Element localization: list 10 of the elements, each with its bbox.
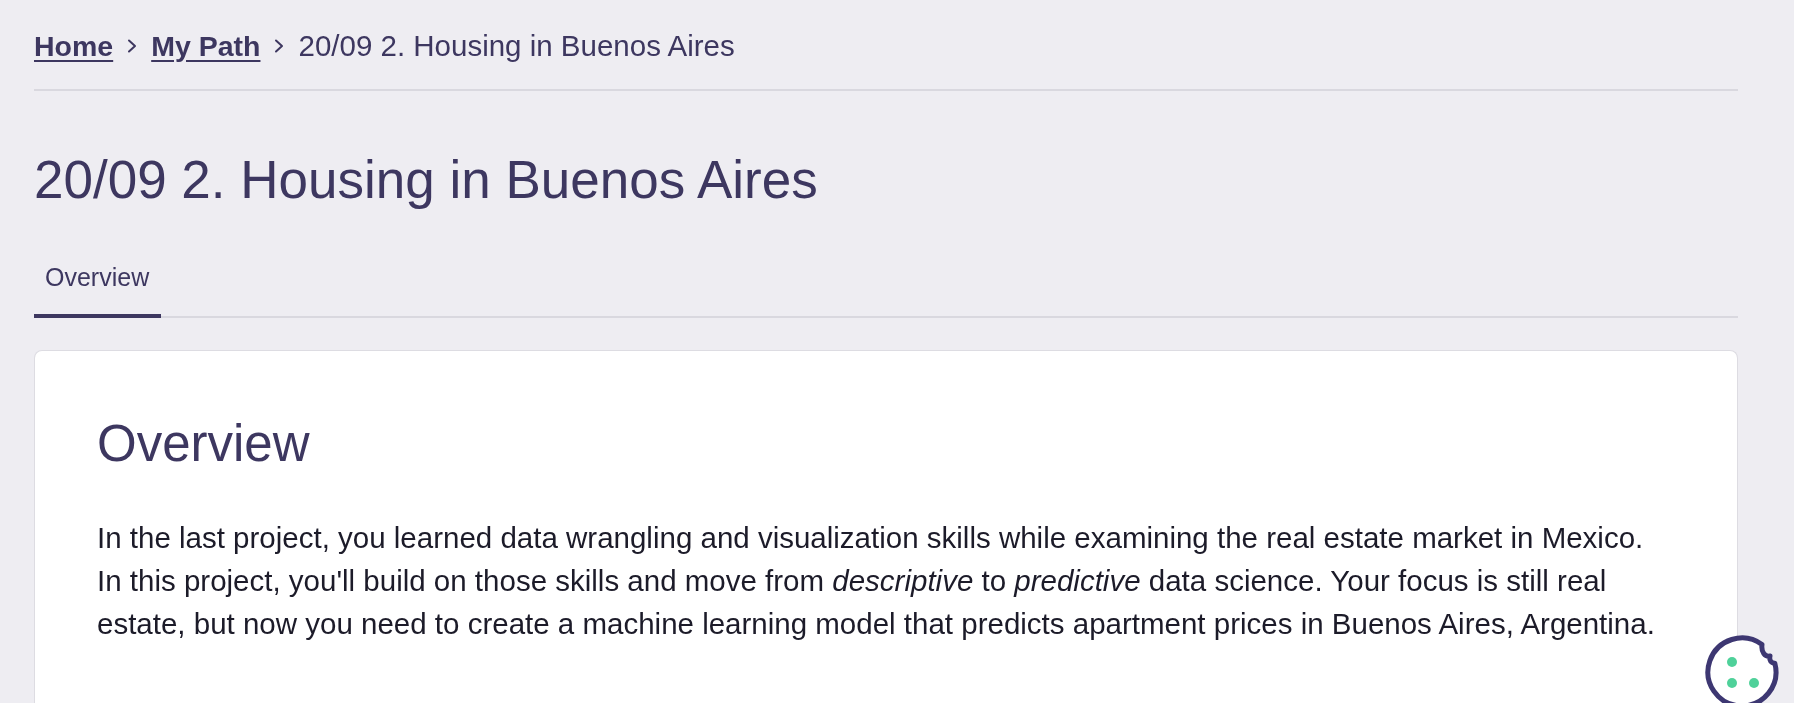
- breadcrumb-link[interactable]: My Path: [151, 29, 261, 63]
- cookie-icon[interactable]: [1704, 634, 1780, 703]
- breadcrumb-link[interactable]: Home: [34, 29, 114, 63]
- breadcrumb-current: 20/09 2. Housing in Buenos Aires: [298, 29, 735, 63]
- card-heading: Overview: [97, 414, 310, 474]
- chevron-right-icon: [126, 39, 139, 53]
- chevron-right-icon: [273, 39, 286, 53]
- overview-paragraph: In the last project, you learned data wrangling and visualization skills while examining the real estate market in Mexico. In this project, you'll build on those skills and move from descriptive to predictive data science. Your focus is still real estate, but now you need to create a machine learning model that predicts apartment prices in Buenos Aires, Argentina.: [97, 520, 1656, 642]
- page-title: 20/09 2. Housing in Buenos Aires: [34, 150, 818, 210]
- tab[interactable]: Overview: [34, 240, 162, 318]
